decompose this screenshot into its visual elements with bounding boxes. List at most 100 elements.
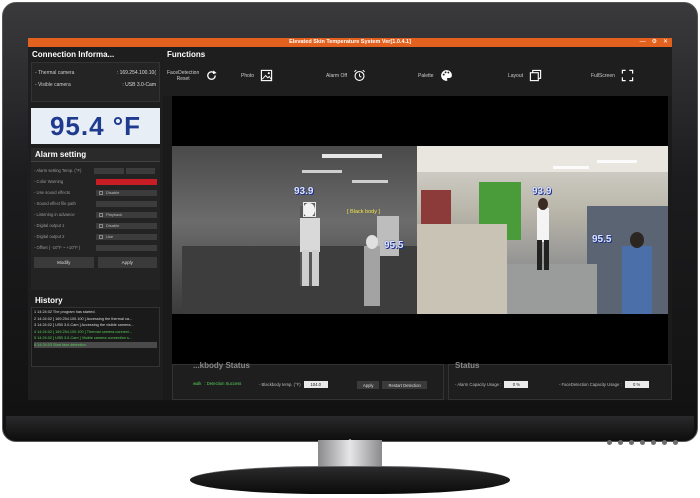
layout-icon [529,69,542,82]
capacity-status-panel: Status - Alarm Capacity Usage : 0 % - Fa… [448,361,672,400]
face-detection-reset-button[interactable]: FaceDetection Reset [167,69,218,82]
face-capacity: - FaceDetection Capacity Usage : 0 % [559,381,649,388]
hw-button [673,440,678,445]
history-list: 1 14:24:02 The program has started. 2 14… [31,307,160,367]
alarm-row-path: - Sound effect file path [34,198,157,209]
alarm-off-button[interactable]: Alarm Off [326,69,366,82]
digital-output-2-label: - Digital output 2 [34,234,65,239]
fullscreen-label: FullScreen [591,72,615,79]
visible-temp-tag-2: 95.5 [592,234,612,245]
face-reset-label: Reset [176,75,190,82]
thermal-face-box [303,202,316,217]
photo-label: Photo [241,72,255,79]
title-bar: Elevated Skin Temperature System Ver[1.0… [28,38,672,47]
digital-output-1-toggle[interactable]: Disable [96,222,157,229]
thermal-scene [182,154,417,314]
alarm-row-do2: - Digital output 2 Use [34,231,157,242]
offset-select[interactable] [96,244,157,251]
face-detection-reset-label: FaceDetection Reset [167,70,199,82]
blackbody-temp-label: - Blackbody temp. (°F) [259,382,301,387]
sound-path-select[interactable] [96,200,157,207]
color-warning-swatch[interactable] [96,178,157,185]
visible-scene [417,146,668,314]
blackbody-status-panel: ...kbody Status walk : Detection Success… [172,361,444,400]
alarm-off-label: Alarm Off [326,72,348,79]
settings-icon[interactable]: ⚙ [652,38,657,47]
thermal-camera-value: : 169.254.100.10( [116,70,156,76]
hw-button [662,440,667,445]
thermal-camera-row: - Thermal camera : 169.254.100.10( [35,70,156,76]
history-entry-selected[interactable]: 6 14:24:03 Start face detection. [34,341,157,348]
alarm-row-do1: - Digital output 1 Disable [34,220,157,231]
alarm-row-temp: - Alarm setting Temp. (°F) [34,165,157,176]
connection-title: Connection Informa... [32,50,115,59]
checkbox-icon[interactable] [99,234,103,239]
sound-path-label: - Sound effect file path [34,201,76,206]
functions-title: Functions [167,50,206,59]
visible-camera-view[interactable]: 93.9 95.5 [417,146,668,314]
alarm-row-color: - Color Warning [34,176,157,187]
thermal-temp-tag-1: 93.9 [294,186,314,197]
blackbody-apply-button[interactable]: Apply [357,381,380,389]
alarm-temp-label: - Alarm setting Temp. (°F) [34,168,82,173]
blackbody-temp-input[interactable]: 104.0 [303,381,328,388]
alarm-setting-title: Alarm setting [31,148,160,162]
history-title: History [35,296,63,305]
palette-icon [440,70,452,81]
temperature-value: 95.4 °F [49,110,142,141]
visible-camera-label: - Visible camera [35,82,71,88]
alarm-clock-icon [354,69,365,81]
alarm-temp-input[interactable] [94,167,124,174]
status-bar: ...kbody Status walk : Detection Success… [172,361,672,400]
restart-detection-button[interactable]: Restart Detection [382,381,427,389]
photo-button[interactable]: Photo [241,69,273,82]
video-area: 93.9 [ Black body ] 95.5 93.9 95.5 [172,96,668,364]
alarm-row-sound: - Use sound effects Disable [34,187,157,198]
visible-camera-value: : USB 3.0-Cam [122,82,156,88]
digital-output-1-label: - Digital output 1 [34,223,65,228]
layout-label: Layout [508,72,524,79]
status-buttons: Apply Restart Detection [357,381,427,389]
visible-temp-tag-1: 93.9 [532,186,552,197]
alarm-temp-input-2[interactable] [125,167,155,174]
playback-button[interactable]: Playback [96,211,157,218]
apply-button[interactable]: Apply [97,257,157,268]
thermal-camera-view[interactable]: 93.9 [ Black body ] 95.5 [172,146,417,314]
digital-output-2-state: Use [106,234,114,239]
digital-output-2-toggle[interactable]: Use [96,233,157,240]
left-panel: Connection Informa... - Thermal camera :… [28,47,163,400]
photo-icon [260,69,273,82]
refresh-icon [207,70,217,80]
detection-status-text: : Detection Success [204,381,242,386]
monitor-bezel-bottom [6,416,694,440]
sound-effects-toggle[interactable]: Disable [96,189,157,196]
fullscreen-icon [621,69,634,82]
connection-info: - Thermal camera : 169.254.100.10( - Vis… [31,62,160,102]
close-icon[interactable]: ✕ [663,38,668,47]
playback-label: Playback [106,212,123,217]
face-detection-label: FaceDetection [167,69,200,76]
fullscreen-button[interactable]: FullScreen [591,69,634,82]
window-controls: — ⚙ ✕ [640,38,668,47]
alarm-row-listen: - Listening in advance Playback [34,209,157,220]
minimize-icon[interactable]: — [640,38,646,47]
functions-toolbar: Functions FaceDetection Reset Photo Alar… [163,47,672,96]
thermal-temp-tag-2: 95.5 [384,240,404,251]
modify-button[interactable]: Modify [34,257,94,268]
monitor-hardware-buttons [607,440,678,445]
sound-effects-label: - Use sound effects [34,190,71,195]
visible-camera-row: - Visible camera : USB 3.0-Cam [35,82,156,88]
detection-status: walk : Detection Success [193,381,241,386]
monitor-stand-base [190,466,510,494]
layout-button[interactable]: Layout [508,69,542,82]
alarm-capacity-label: - Alarm Capacity Usage : [455,382,502,387]
hw-button [629,440,634,445]
blackbody-status-title: ...kbody Status [193,361,250,370]
hw-button [618,440,623,445]
alarm-row-offset: - Offset ( -10°F ~ +10°F ) [34,242,157,253]
checkbox-icon[interactable] [99,190,103,195]
checkbox-icon[interactable] [99,223,103,228]
alarm-buttons: Modify Apply [34,257,157,268]
listening-label: - Listening in advance [34,212,75,217]
palette-button[interactable]: Palette [418,69,453,82]
